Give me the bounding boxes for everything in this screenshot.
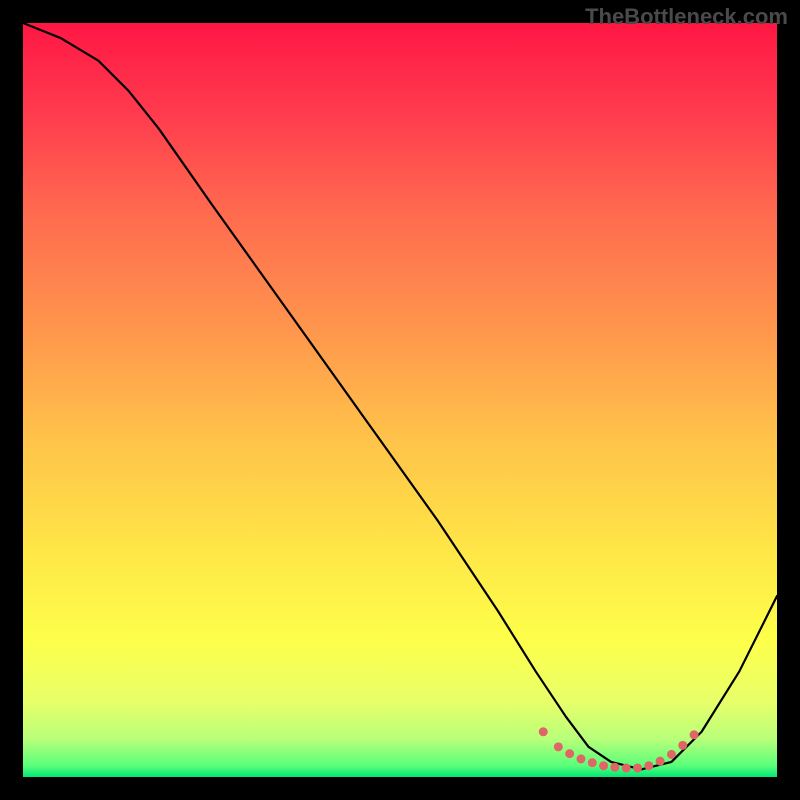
chart-background (23, 23, 777, 777)
optimal-marker (576, 754, 585, 763)
optimal-marker (644, 761, 653, 770)
bottleneck-curve-chart (23, 23, 777, 777)
chart-container (23, 23, 777, 777)
optimal-marker (539, 727, 548, 736)
optimal-marker (610, 763, 619, 772)
optimal-marker (656, 757, 665, 766)
optimal-marker (690, 730, 699, 739)
optimal-marker (622, 763, 631, 772)
optimal-marker (667, 750, 676, 759)
optimal-marker (554, 742, 563, 751)
watermark-text: TheBottleneck.com (585, 4, 788, 30)
optimal-marker (565, 749, 574, 758)
optimal-marker (678, 741, 687, 750)
optimal-marker (588, 758, 597, 767)
optimal-marker (599, 761, 608, 770)
optimal-marker (633, 763, 642, 772)
